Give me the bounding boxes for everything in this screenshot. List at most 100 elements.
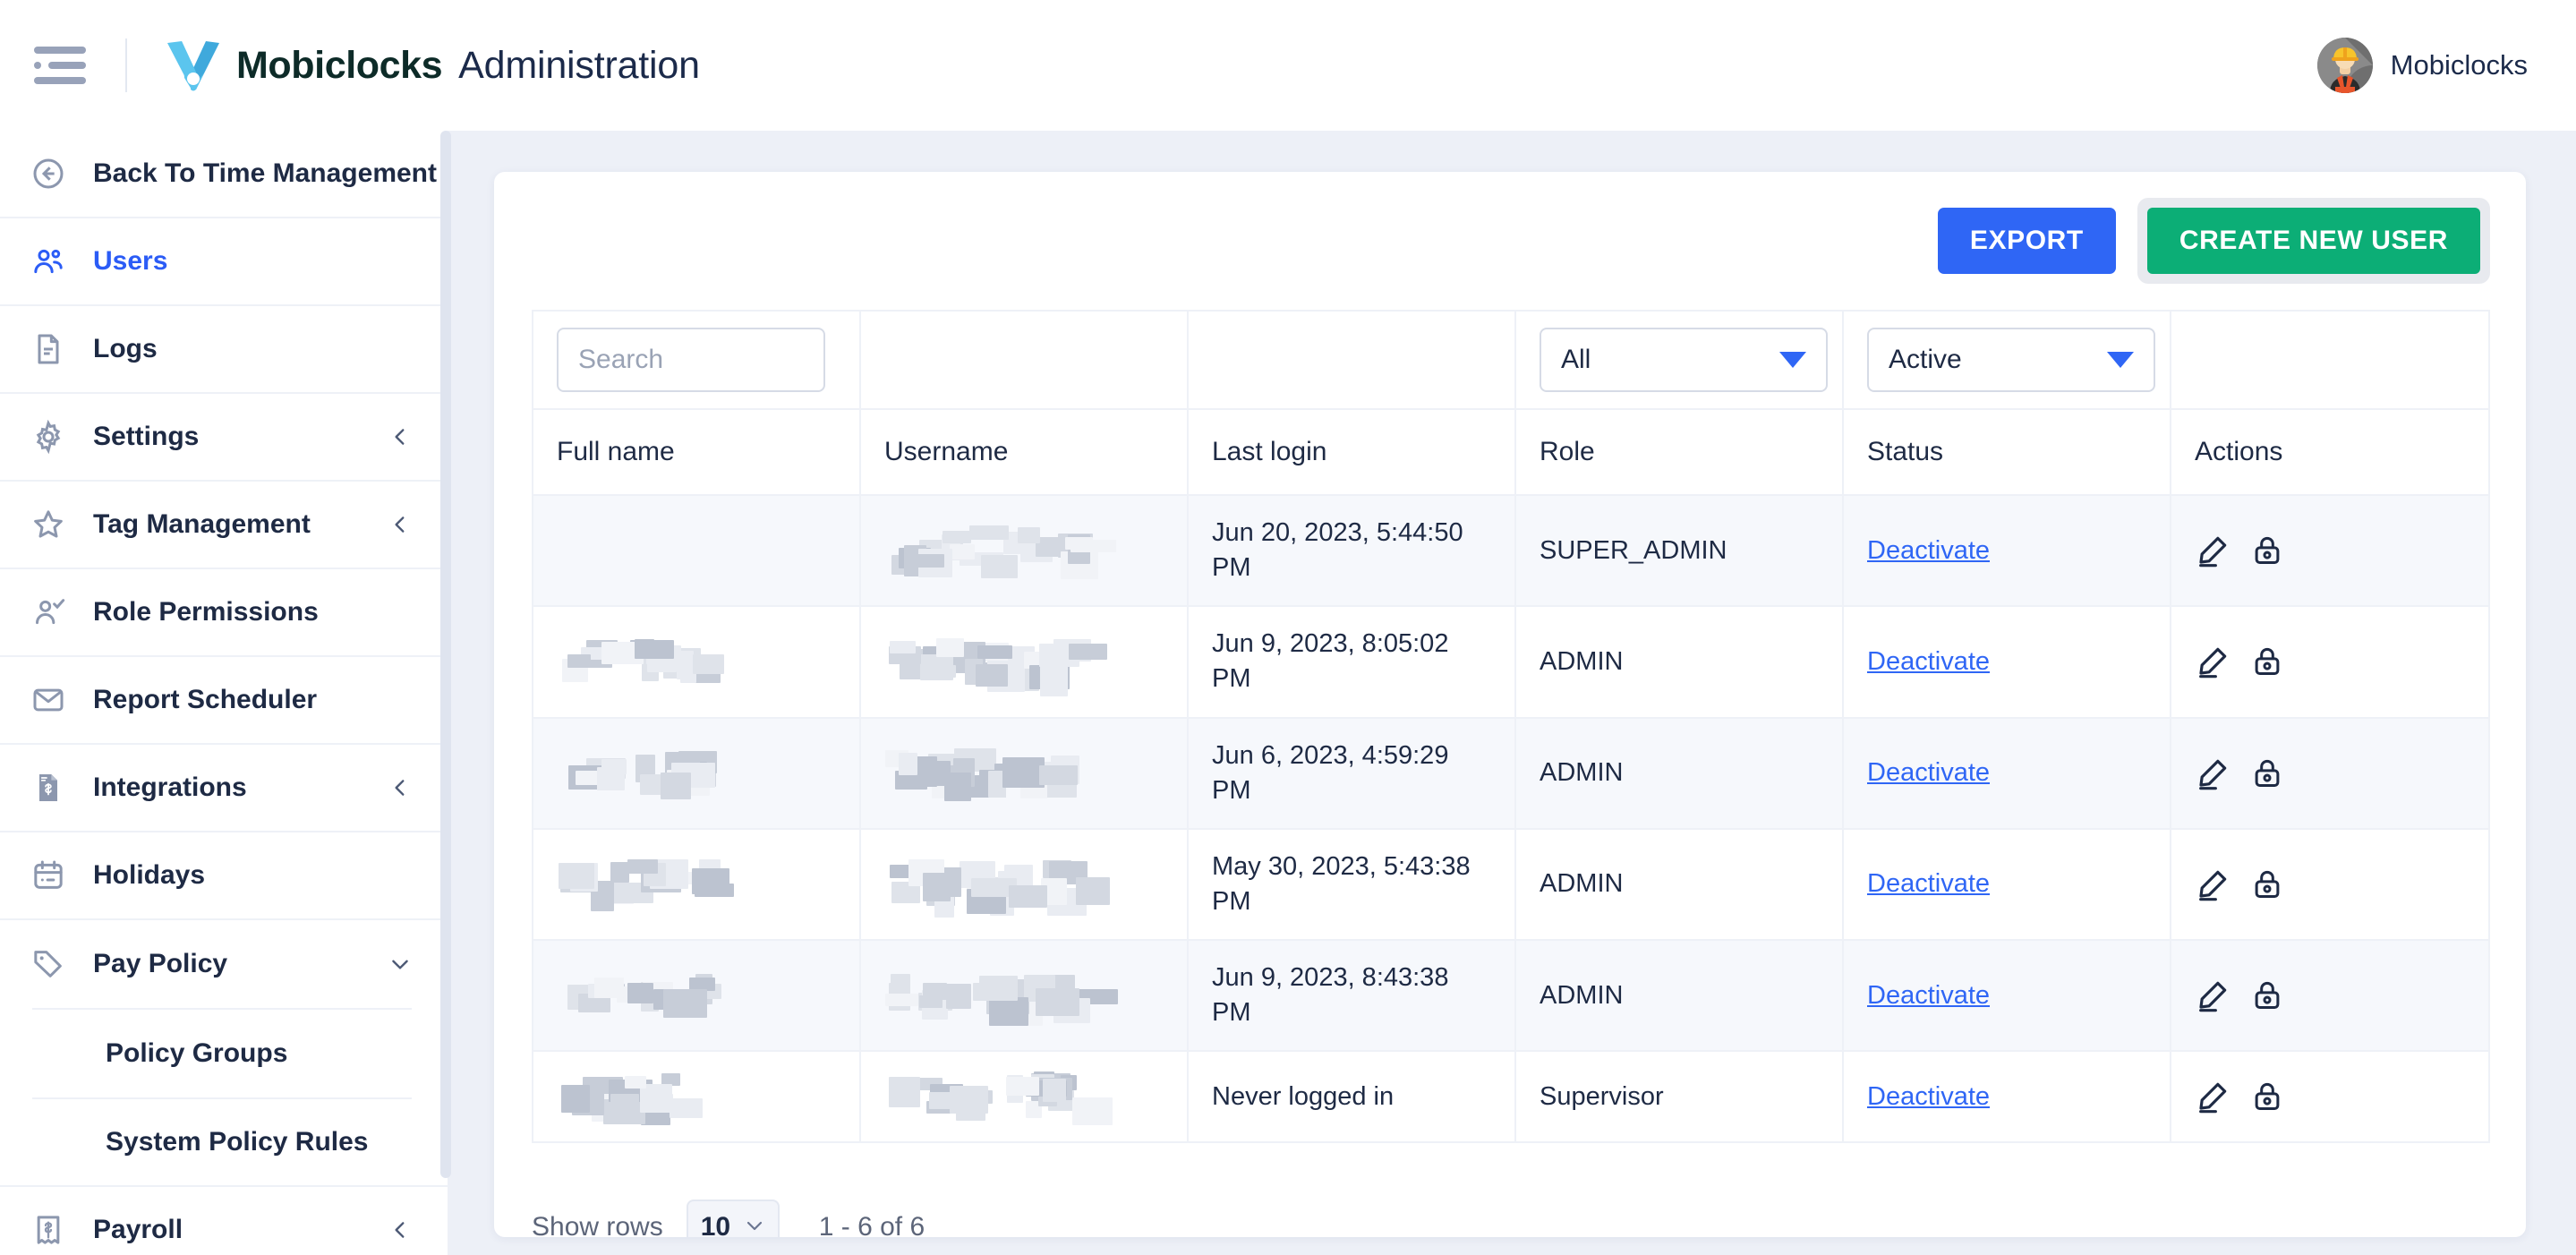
deactivate-link[interactable]: Deactivate bbox=[1867, 981, 1990, 1010]
sidebar-subitem-policy-groups[interactable]: Policy Groups bbox=[0, 1010, 448, 1097]
users-icon bbox=[29, 242, 68, 281]
deactivate-link[interactable]: Deactivate bbox=[1867, 869, 1990, 898]
cell-username bbox=[859, 827, 1189, 942]
chevron-left-icon[interactable] bbox=[388, 776, 412, 799]
users-table-wrapper: All Active Full name Username bbox=[532, 310, 2490, 1144]
sidebar-scrollbar[interactable] bbox=[440, 131, 451, 1255]
star-icon bbox=[29, 505, 68, 544]
column-header-last-login: Last login bbox=[1187, 408, 1516, 496]
sidebar-item-payroll[interactable]: Payroll bbox=[0, 1187, 448, 1255]
pencil-edit-icon[interactable] bbox=[2195, 644, 2231, 679]
account-name: Mobiclocks bbox=[2390, 49, 2528, 81]
brand-name: Mobiclocks bbox=[236, 43, 443, 87]
deactivate-link[interactable]: Deactivate bbox=[1867, 758, 1990, 787]
deactivate-link[interactable]: Deactivate bbox=[1867, 536, 1990, 565]
tag-icon bbox=[29, 944, 68, 984]
sidebar-item-holidays[interactable]: Holidays bbox=[0, 832, 448, 920]
cell-status: Deactivate bbox=[1842, 493, 2171, 608]
sidebar-item-settings[interactable]: Settings bbox=[0, 394, 448, 482]
sidebar-item-label: Logs bbox=[93, 334, 158, 363]
table-row[interactable]: May 30, 2023, 5:43:38 PM ADMIN Deactivate bbox=[532, 827, 2490, 942]
pencil-edit-icon[interactable] bbox=[2195, 867, 2231, 902]
status-filter-value: Active bbox=[1889, 345, 1962, 374]
envelope-icon bbox=[29, 680, 68, 720]
lock-icon[interactable] bbox=[2250, 867, 2284, 901]
lock-icon[interactable] bbox=[2250, 534, 2284, 568]
table-row[interactable]: Never logged in Supervisor Deactivate bbox=[532, 1050, 2490, 1144]
table-row[interactable]: Jun 9, 2023, 8:43:38 PM ADMIN Deactivate bbox=[532, 939, 2490, 1053]
pencil-edit-icon[interactable] bbox=[2195, 756, 2231, 791]
column-header-username: Username bbox=[859, 408, 1189, 496]
sidebar-item-logs[interactable]: Logs bbox=[0, 306, 448, 394]
sidebar-subitem-label: System Policy Rules bbox=[106, 1127, 369, 1157]
calendar-icon bbox=[29, 856, 68, 895]
table-footer: Show rows 10 1 - 6 of 6 bbox=[494, 1168, 2526, 1237]
cell-status: Deactivate bbox=[1842, 827, 2171, 942]
cell-full-name bbox=[532, 1050, 861, 1144]
cell-role: ADMIN bbox=[1514, 827, 1844, 942]
create-new-user-focus-ring: CREATE NEW USER bbox=[2137, 198, 2490, 284]
table-row[interactable]: Jun 6, 2023, 4:59:29 PM ADMIN Deactivate bbox=[532, 716, 2490, 830]
pencil-edit-icon[interactable] bbox=[2195, 978, 2231, 1013]
cell-username bbox=[859, 605, 1189, 719]
redacted-username bbox=[884, 1071, 1164, 1126]
lock-icon[interactable] bbox=[2250, 645, 2284, 679]
column-header-actions: Actions bbox=[2170, 408, 2490, 496]
lock-icon[interactable] bbox=[2250, 1080, 2284, 1114]
sidebar-item-tag-management[interactable]: Tag Management bbox=[0, 482, 448, 569]
sidebar-item-label: Settings bbox=[93, 422, 200, 451]
cell-actions bbox=[2170, 605, 2490, 719]
table-row[interactable]: Jun 20, 2023, 5:44:50 PM SUPER_ADMIN Deact… bbox=[532, 493, 2490, 608]
redacted-username bbox=[884, 747, 1164, 801]
chevron-left-icon[interactable] bbox=[388, 1218, 412, 1242]
export-button[interactable]: EXPORT bbox=[1937, 208, 2116, 274]
user-check-icon bbox=[29, 593, 68, 632]
show-rows-label: Show rows bbox=[532, 1212, 663, 1237]
users-card: EXPORT CREATE NEW USER All bbox=[494, 172, 2526, 1237]
chevron-left-icon[interactable] bbox=[388, 425, 412, 448]
hamburger-menu-icon[interactable] bbox=[34, 39, 86, 91]
sidebar-item-report-scheduler[interactable]: Report Scheduler bbox=[0, 657, 448, 745]
chevron-down-icon bbox=[1779, 352, 1806, 368]
sidebar: Back To Time Management Users Logs Setti… bbox=[0, 131, 448, 1255]
cell-last-login: Never logged in bbox=[1187, 1050, 1516, 1144]
table-row[interactable]: Jun 9, 2023, 8:05:02 PM ADMIN Deactivate bbox=[532, 605, 2490, 719]
chevron-left-icon[interactable] bbox=[388, 513, 412, 536]
chevron-down-icon[interactable] bbox=[388, 952, 412, 976]
pencil-edit-icon[interactable] bbox=[2195, 533, 2231, 568]
sidebar-item-label: Users bbox=[93, 246, 168, 276]
sidebar-item-integrations[interactable]: Integrations bbox=[0, 745, 448, 832]
cell-last-login: Jun 20, 2023, 5:44:50 PM bbox=[1187, 493, 1516, 608]
sidebar-item-role-permissions[interactable]: Role Permissions bbox=[0, 569, 448, 657]
cell-full-name bbox=[532, 493, 861, 608]
status-filter-select[interactable]: Active bbox=[1867, 328, 2155, 392]
sidebar-subitem-system-policy-rules[interactable]: System Policy Rules bbox=[0, 1099, 448, 1187]
invoice-dollar-icon bbox=[29, 768, 68, 807]
rows-per-page-select[interactable]: 10 bbox=[686, 1200, 780, 1237]
sidebar-item-back-to-time-management[interactable]: Back To Time Management bbox=[0, 131, 448, 218]
cell-actions bbox=[2170, 493, 2490, 608]
cell-username bbox=[859, 716, 1189, 830]
lock-icon[interactable] bbox=[2250, 756, 2284, 790]
sidebar-item-label: Report Scheduler bbox=[93, 685, 318, 714]
role-filter-select[interactable]: All bbox=[1540, 328, 1828, 392]
create-new-user-button[interactable]: CREATE NEW USER bbox=[2146, 208, 2480, 274]
rows-per-page-value: 10 bbox=[700, 1212, 731, 1237]
filter-cell-role: All bbox=[1514, 310, 1844, 410]
deactivate-link[interactable]: Deactivate bbox=[1867, 647, 1990, 676]
sidebar-item-users[interactable]: Users bbox=[0, 218, 448, 306]
deactivate-link[interactable]: Deactivate bbox=[1867, 1082, 1990, 1111]
redacted-full-name bbox=[557, 858, 836, 911]
search-input[interactable] bbox=[557, 328, 825, 392]
cell-last-login: Jun 6, 2023, 4:59:29 PM bbox=[1187, 716, 1516, 830]
redacted-full-name bbox=[557, 970, 836, 1020]
sidebar-scrollbar-thumb[interactable] bbox=[440, 131, 451, 1178]
account-menu[interactable]: Mobiclocks bbox=[2316, 0, 2528, 131]
cell-role: ADMIN bbox=[1514, 939, 1844, 1053]
pencil-edit-icon[interactable] bbox=[2195, 1079, 2231, 1114]
sidebar-item-pay-policy[interactable]: Pay Policy bbox=[0, 920, 448, 1008]
lock-icon[interactable] bbox=[2250, 978, 2284, 1012]
redacted-full-name bbox=[557, 636, 836, 687]
cell-username bbox=[859, 493, 1189, 608]
chevron-down-icon bbox=[2107, 352, 2134, 368]
